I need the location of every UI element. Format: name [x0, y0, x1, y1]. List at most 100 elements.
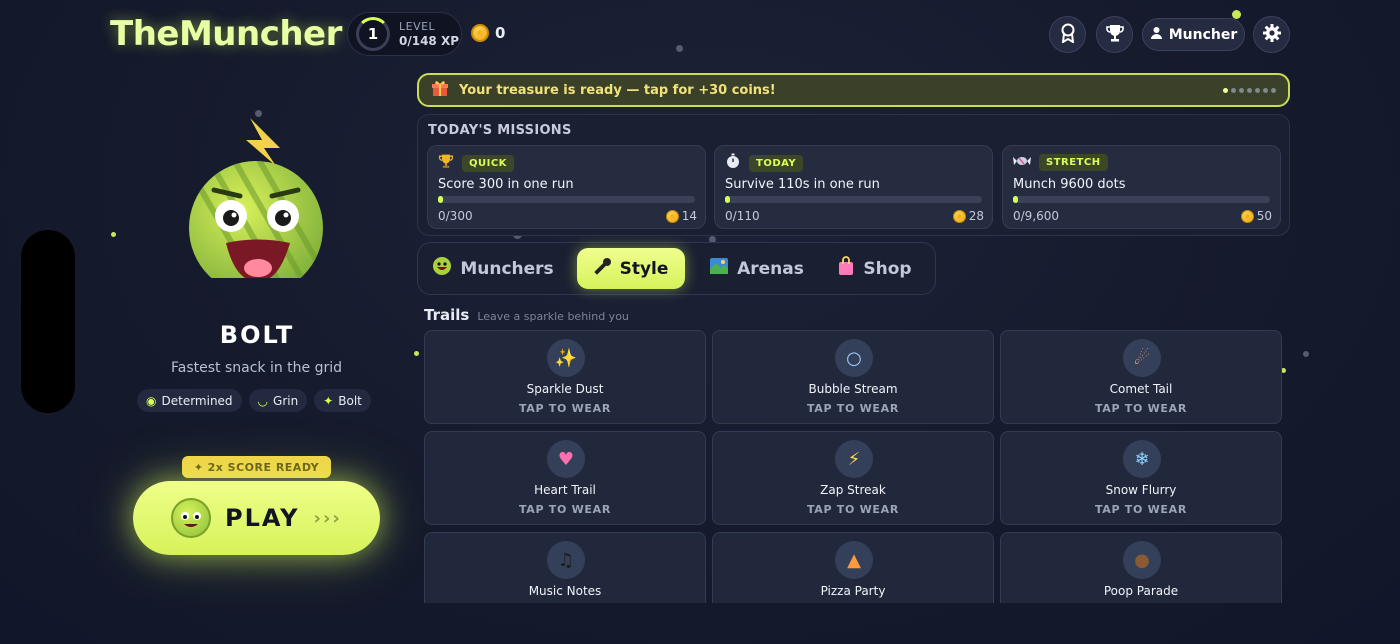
leaderboard-button[interactable]: [1096, 16, 1133, 53]
ribbon-icon: [1059, 23, 1077, 47]
category-tabs: Munchers Style Arenas Shop: [417, 242, 936, 295]
mission-reward-value: 50: [1256, 209, 1272, 223]
trail-name: Bubble Stream: [808, 382, 898, 396]
wear-action[interactable]: TAP TO WEAR: [713, 402, 993, 415]
tab-arenas[interactable]: Arenas: [699, 248, 814, 289]
bg-speck: [414, 351, 419, 356]
mission-title: Score 300 in one run: [438, 177, 574, 192]
chevrons-icon: ›››: [313, 507, 342, 529]
trail-name: Heart Trail: [534, 483, 596, 497]
trail-tile[interactable]: ○ Bubble Stream TAP TO WEAR: [712, 330, 994, 424]
tab-shop[interactable]: Shop: [827, 248, 922, 289]
mission-reward: 28: [952, 209, 984, 223]
trail-tile[interactable]: ⚡ Zap Streak TAP TO WEAR: [712, 431, 994, 525]
username: Muncher: [1168, 26, 1238, 43]
wear-action[interactable]: TAP TO WEAR: [713, 503, 993, 516]
trophy-icon: [438, 153, 454, 173]
coin-icon: [952, 209, 966, 223]
app-title: TheMuncher: [110, 14, 342, 54]
pager-dot[interactable]: [1231, 88, 1236, 93]
trail-tile[interactable]: ☄ Comet Tail TAP TO WEAR: [1000, 330, 1282, 424]
music-notes-icon: ♫: [547, 541, 585, 579]
mission-reward-value: 14: [681, 209, 697, 223]
mission-progress-fill: [725, 196, 730, 203]
level-chip[interactable]: 1 LEVEL 0/148 XP: [347, 12, 462, 56]
comet-icon: ☄: [1123, 339, 1161, 377]
tab-label: Style: [619, 258, 669, 279]
play-label: PLAY: [225, 504, 300, 532]
mission-progress-text: 0/9,600: [1013, 209, 1060, 223]
lips-icon: ◡: [257, 393, 269, 408]
trait-chip: ◡ Grin: [248, 389, 308, 412]
settings-button[interactable]: [1253, 16, 1290, 53]
muncher-face-icon: [432, 256, 452, 281]
banner-pager[interactable]: [1223, 88, 1276, 93]
section-title: Trails: [424, 306, 470, 324]
achievements-button[interactable]: [1049, 16, 1086, 53]
shopping-bag-icon: [837, 256, 855, 281]
tab-munchers[interactable]: Munchers: [428, 248, 558, 289]
section-subtitle: Leave a sparkle behind you: [477, 310, 629, 323]
level-ring: 1: [356, 17, 390, 51]
pager-dot[interactable]: [1263, 88, 1268, 93]
side-handle[interactable]: [21, 230, 75, 413]
sparkle-icon: ✦: [323, 393, 334, 408]
trail-grid: ✨ Sparkle Dust TAP TO WEAR ○ Bubble Stream TA…: [424, 330, 1284, 603]
pizza-icon: ▲: [835, 541, 873, 579]
trail-tile[interactable]: ● Poop Parade: [1000, 532, 1282, 603]
gear-icon: [1262, 23, 1282, 47]
tab-label: Munchers: [460, 258, 554, 279]
play-button[interactable]: PLAY ›››: [133, 481, 380, 555]
mission-progress-fill: [438, 196, 443, 203]
person-icon: [1150, 26, 1163, 43]
snowflake-icon: ❄: [1123, 440, 1161, 478]
wear-action[interactable]: TAP TO WEAR: [1001, 402, 1281, 415]
trait-list: ◉ Determined ◡ Grin ✦ Bolt: [137, 389, 371, 412]
missions-panel: TODAY'S MISSIONS QUICK Score 300 in one …: [417, 114, 1290, 236]
mission-card[interactable]: STRETCH Munch 9600 dots 0/9,600 50: [1002, 145, 1281, 229]
mission-progress-text: 0/110: [725, 209, 760, 223]
mission-progress-bar: [725, 196, 982, 203]
trait-label: Grin: [273, 393, 299, 408]
character-avatar[interactable]: [188, 118, 328, 295]
wear-action[interactable]: TAP TO WEAR: [425, 402, 705, 415]
trait-chip: ◉ Determined: [137, 389, 242, 412]
score-boost-badge: ✦ 2x SCORE READY: [182, 456, 331, 478]
mission-progress-fill: [1013, 196, 1018, 203]
pager-dot[interactable]: [1239, 88, 1244, 93]
trail-tile[interactable]: ✨ Sparkle Dust TAP TO WEAR: [424, 330, 706, 424]
wear-action[interactable]: TAP TO WEAR: [1001, 503, 1281, 516]
trail-tile[interactable]: ♫ Music Notes: [424, 532, 706, 603]
trail-tile[interactable]: ▲ Pizza Party: [712, 532, 994, 603]
heart-icon: ♥: [547, 440, 585, 478]
treasure-banner[interactable]: Your treasure is ready — tap for +30 coi…: [417, 73, 1290, 107]
bg-speck: [255, 110, 262, 117]
pager-dot[interactable]: [1271, 88, 1276, 93]
trail-name: Snow Flurry: [1105, 483, 1177, 497]
mission-badge: STRETCH: [1039, 154, 1108, 171]
trail-name: Poop Parade: [1103, 584, 1179, 598]
mission-reward: 50: [1240, 209, 1272, 223]
trail-tile[interactable]: ♥ Heart Trail TAP TO WEAR: [424, 431, 706, 525]
level-xp: 0/148 XP: [399, 34, 460, 48]
gift-icon: [431, 79, 449, 101]
pager-dot[interactable]: [1255, 88, 1260, 93]
trail-tile[interactable]: ❄ Snow Flurry TAP TO WEAR: [1000, 431, 1282, 525]
mission-progress-text: 0/300: [438, 209, 473, 223]
pager-dot[interactable]: [1223, 88, 1228, 93]
candy-icon: [1013, 153, 1031, 172]
trail-name: Sparkle Dust: [526, 382, 604, 396]
microphone-icon: [593, 257, 612, 280]
tab-label: Arenas: [737, 258, 804, 279]
tab-style[interactable]: Style: [577, 248, 685, 289]
treasure-text: Your treasure is ready — tap for +30 coi…: [459, 82, 776, 98]
level-label: LEVEL: [399, 20, 436, 33]
mission-progress-bar: [438, 196, 695, 203]
mission-card[interactable]: QUICK Score 300 in one run 0/300 14: [427, 145, 706, 229]
profile-button[interactable]: Muncher: [1142, 18, 1245, 51]
mission-card[interactable]: TODAY Survive 110s in one run 0/110 28: [714, 145, 993, 229]
wear-action[interactable]: TAP TO WEAR: [425, 503, 705, 516]
map-icon: [709, 257, 729, 280]
coin-balance: 0: [471, 24, 505, 42]
pager-dot[interactable]: [1247, 88, 1252, 93]
